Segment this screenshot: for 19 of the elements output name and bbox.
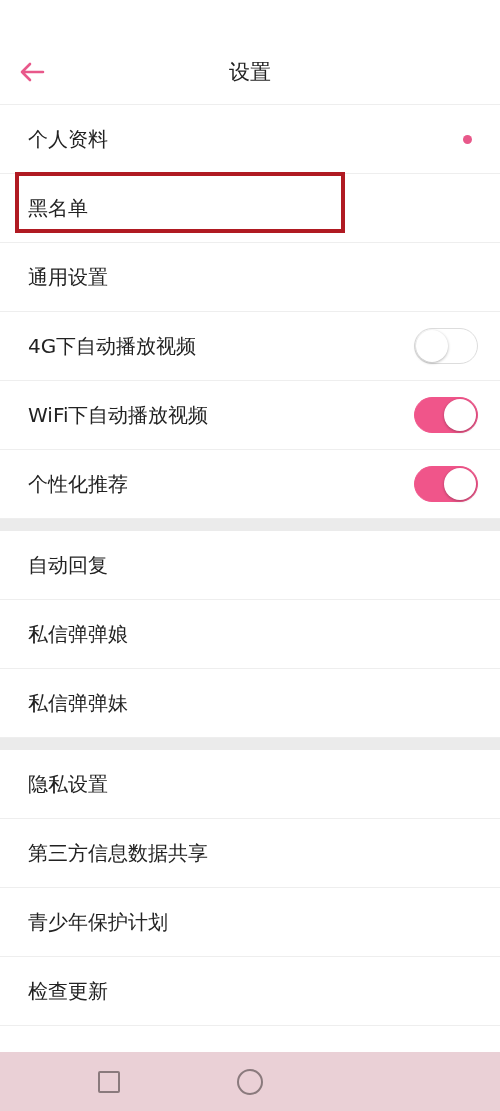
settings-item[interactable]: 个性化推荐 [28,470,128,498]
settings-item[interactable]: 私信弹弹娘 [28,620,128,648]
recent-apps-button[interactable] [98,1070,121,1093]
settings-item[interactable]: 黑名单 [28,194,88,222]
settings-item[interactable]: 通用设置 [28,263,108,291]
settings-item[interactable]: 第三方信息数据共享 [28,839,208,867]
settings-item[interactable]: 4G下自动播放视频 [28,332,197,360]
settings-item[interactable]: 检查更新 [28,977,108,1005]
page-title: 设置 [229,59,271,86]
settings-item[interactable]: WiFi下自动播放视频 [28,401,209,429]
settings-item[interactable]: 私信弹弹妹 [28,689,128,717]
settings-item[interactable]: 隐私设置 [28,770,108,798]
settings-item[interactable]: 青少年保护计划 [28,908,168,936]
settings-item[interactable]: 个人资料 [28,125,108,153]
toggle-switch[interactable] [414,397,478,433]
toggle-switch[interactable] [414,466,478,502]
settings-item[interactable]: 自动回复 [28,551,108,579]
back-arrow-icon[interactable] [19,62,45,82]
home-button[interactable] [237,1068,263,1095]
